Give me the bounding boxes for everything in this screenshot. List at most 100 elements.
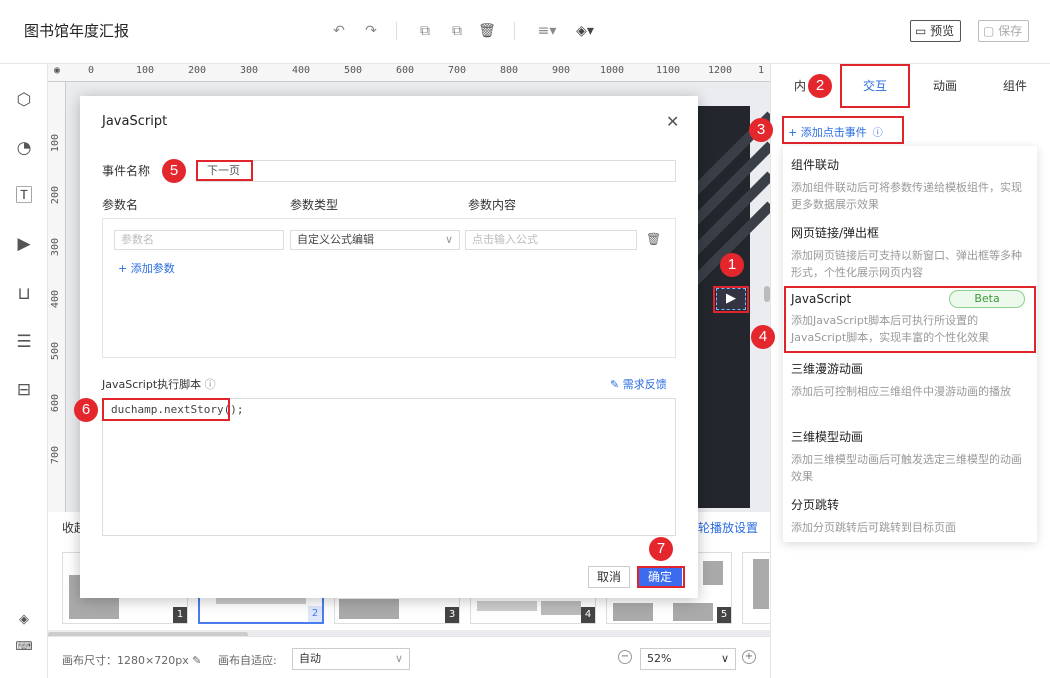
menu-item-title: 分页跳转 [791, 498, 840, 512]
menu-item-3d-model[interactable]: 三维模型动画 添加三维模型动画后可触发选定三维模型的动画效果 [791, 428, 1023, 485]
thumb-number: 1 [173, 607, 187, 623]
highlight-event-name [196, 160, 253, 181]
param-name-header: 参数名 [102, 198, 139, 212]
redo-icon[interactable]: ↷ [362, 22, 380, 40]
plus-icon: + [118, 262, 131, 275]
param-content-input[interactable]: 点击输入公式 [465, 230, 637, 250]
video-icon[interactable]: ▶ [12, 232, 36, 256]
layer-icon[interactable]: ◈▾ [572, 22, 598, 40]
ruler-tick: 800 [500, 65, 519, 76]
top-toolbar [0, 0, 1050, 64]
add-param-label: 添加参数 [130, 262, 175, 275]
save-button[interactable]: ▢ 保存 [978, 20, 1030, 42]
ruler-tick: 400 [50, 290, 61, 309]
ruler-top: ◉ 0 100 200 300 400 500 600 700 800 900 … [48, 64, 770, 82]
auto-fit-label: 画布自适应: [218, 654, 277, 667]
save-label: 保存 [998, 24, 1023, 38]
thumb-block [703, 561, 723, 585]
chart-pie-icon[interactable]: ◔ [12, 136, 36, 160]
highlight-play-widget [713, 286, 749, 313]
copy-icon[interactable]: ⧉ [416, 22, 434, 40]
trash-icon[interactable]: 🗑 [478, 22, 496, 40]
add-param-button[interactable]: + 添加参数 [118, 260, 175, 276]
step-badge-5: 5 [162, 159, 186, 183]
menu-item-desc: 添加网页链接后可支持以新窗口、弹出框等多种形式，个性化展示网页内容 [791, 249, 1022, 279]
menu-item-web-link[interactable]: 网页链接/弹出框 添加网页链接后可支持以新窗口、弹出框等多种形式，个性化展示网页… [791, 224, 1023, 281]
ruler-tick: 400 [292, 65, 311, 76]
eye-icon[interactable]: ◉ [54, 65, 60, 76]
ruler-tick: 700 [50, 446, 61, 465]
preview-button[interactable]: ▭ 预览 [910, 20, 962, 42]
ruler-left: 100 200 300 400 500 600 700 [48, 82, 66, 512]
feedback-link[interactable]: ✎ 需求反馈 [610, 376, 667, 392]
step-badge-1: 1 [720, 253, 744, 277]
menu-item-title: 网页链接/弹出框 [791, 226, 880, 240]
thumb-block [477, 601, 537, 611]
cube-icon[interactable]: ⬡ [12, 88, 36, 112]
zoom-select[interactable]: 52% ∨ [640, 648, 736, 670]
align-icon[interactable]: ≡▾ [534, 22, 560, 40]
highlight-javascript-item [784, 286, 1036, 353]
ruler-tick: 300 [50, 238, 61, 257]
dialog-title: JavaScript [102, 114, 168, 129]
menu-item-desc: 添加组件联动后可将参数传递给模板组件，实现更多数据展示效果 [791, 181, 1022, 211]
menu-item-page-jump[interactable]: 分页跳转 添加分页跳转后可跳转到目标页面 [791, 496, 1023, 536]
page-thumb[interactable] [742, 552, 770, 624]
chevron-down-icon: ∨ [720, 652, 729, 665]
undo-icon[interactable]: ↶ [330, 22, 348, 40]
ruler-tick: 600 [396, 65, 415, 76]
param-type-select[interactable]: 自定义公式编辑 ∨ [290, 230, 460, 250]
tab-component[interactable]: 组件 [980, 64, 1050, 108]
menu-item-desc: 添加后可控制相应三维组件中漫游动画的播放 [791, 385, 1011, 398]
ruler-tick: 100 [50, 134, 61, 153]
auto-fit-value: 自动 [299, 652, 321, 665]
app-title: 图书馆年度汇报 [24, 22, 130, 40]
inbox-icon[interactable]: ⊔ [12, 282, 36, 306]
carousel-settings-link[interactable]: 轮播放设置 [698, 519, 758, 536]
table-icon[interactable]: ☰ [12, 330, 36, 354]
ruler-tick: 0 [88, 65, 95, 76]
ruler-tick: 600 [50, 394, 61, 413]
highlight-add-click-event [782, 116, 904, 144]
step-badge-4: 4 [751, 325, 775, 349]
cancel-button[interactable]: 取消 [588, 566, 630, 588]
ruler-tick: 500 [344, 65, 363, 76]
paste-icon[interactable]: ⧉ [448, 22, 466, 40]
text-icon[interactable]: 🅃 [12, 184, 36, 208]
ruler-tick: 200 [50, 186, 61, 205]
ruler-tick: 300 [240, 65, 259, 76]
archive-icon[interactable]: ⊟ [12, 378, 36, 402]
ruler-tick: 500 [50, 342, 61, 361]
param-type-header: 参数类型 [290, 198, 339, 212]
keyboard-icon[interactable]: ⌨ [12, 634, 36, 658]
zoom-out-icon[interactable]: − [618, 650, 632, 664]
ruler-tick: 1200 [708, 65, 733, 76]
trash-icon[interactable]: 🗑 [646, 232, 661, 246]
highlight-script-code [102, 398, 230, 421]
param-name-input[interactable]: 参数名 [114, 230, 284, 250]
save-icon: ▢ [983, 24, 999, 38]
thumb-block [613, 603, 653, 621]
tab-animation[interactable]: 动画 [910, 64, 980, 108]
canvas-size-text: 画布尺寸：1280×720px [62, 654, 189, 667]
thumb-number: 5 [717, 607, 731, 623]
zoom-in-icon[interactable]: + [742, 650, 756, 664]
chevron-down-icon: ∨ [444, 233, 453, 246]
auto-fit-select[interactable]: 自动 ∨ [292, 648, 410, 670]
param-content-header: 参数内容 [468, 198, 517, 212]
close-icon[interactable]: ✕ [666, 112, 679, 131]
menu-item-component-link[interactable]: 组件联动 添加组件联动后可将参数传递给模板组件，实现更多数据展示效果 [791, 156, 1023, 213]
thumb-block [753, 559, 769, 609]
preview-label: 预览 [930, 24, 955, 38]
step-badge-6: 6 [74, 398, 98, 422]
step-badge-7: 7 [649, 537, 673, 561]
event-name-input[interactable]: 下一页 [196, 160, 676, 182]
thumb-block [541, 601, 581, 615]
toolbar-divider [514, 22, 515, 40]
thumb-block [339, 599, 399, 619]
menu-item-3d-roaming[interactable]: 三维漫游动画 添加后可控制相应三维组件中漫游动画的播放 [791, 360, 1023, 400]
feedback-label: 需求反馈 [622, 378, 667, 391]
edit-icon[interactable]: ✎ [192, 654, 201, 667]
thumb-block [673, 603, 713, 621]
layers-icon[interactable]: ◈ [12, 608, 36, 632]
